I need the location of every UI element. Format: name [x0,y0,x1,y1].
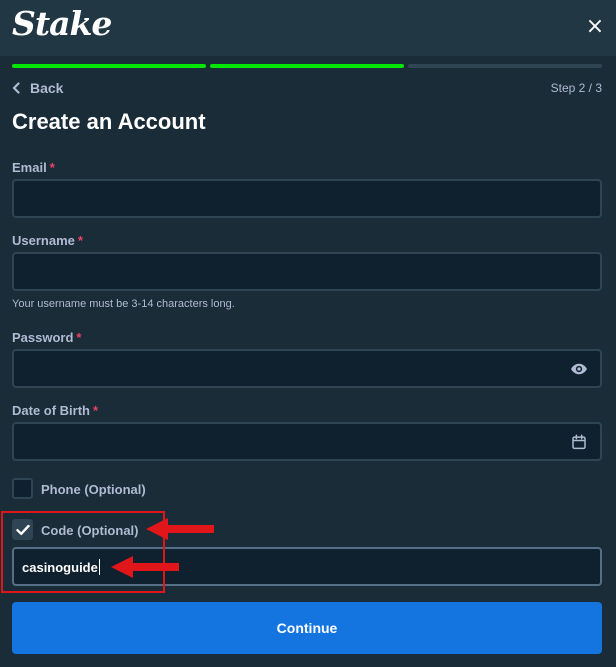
dob-label: Date of Birth * [12,403,98,418]
phone-checkbox[interactable] [12,478,33,499]
back-button[interactable]: Back [12,78,63,98]
username-field[interactable] [12,252,602,291]
username-label-text: Username [12,233,75,248]
code-checkbox[interactable] [12,519,33,540]
chevron-left-icon [12,82,20,94]
phone-label[interactable]: Phone (Optional) [41,482,146,497]
close-button[interactable]: × [582,14,608,40]
text-caret [98,559,100,575]
continue-button[interactable]: Continue [12,602,602,654]
calendar-icon[interactable] [570,433,588,451]
modal-header: Stake × [0,0,616,56]
progress-segment-3 [408,64,602,68]
password-field[interactable] [12,349,602,388]
stake-logo: Stake [12,4,112,43]
email-field[interactable] [12,179,602,218]
code-value: casinoguide [22,559,100,575]
progress-segment-1 [12,64,206,68]
required-marker: * [76,330,82,345]
progress-segment-2 [210,64,404,68]
required-marker: * [93,403,99,418]
code-label[interactable]: Code (Optional) [41,523,139,538]
password-label-text: Password [12,330,74,345]
step-progress-bar [12,64,602,68]
username-label: Username * [12,233,83,248]
email-label-text: Email [12,160,47,175]
dob-label-text: Date of Birth [12,403,90,418]
annotation-arrow-icon [146,518,214,540]
username-hint: Your username must be 3-14 characters lo… [12,298,235,310]
date-of-birth-field[interactable] [12,422,602,461]
code-input[interactable]: casinoguide [12,547,602,586]
back-label: Back [30,80,64,96]
password-label: Password * [12,330,81,345]
step-indicator: Step 2 / 3 [550,81,602,95]
code-value-text: casinoguide [22,560,98,575]
close-icon: × [585,14,605,39]
required-marker: * [49,160,55,175]
eye-icon[interactable] [570,360,588,378]
page-title: Create an Account [12,109,206,134]
email-label: Email * [12,160,55,175]
checkmark-icon [16,524,30,535]
required-marker: * [77,233,83,248]
